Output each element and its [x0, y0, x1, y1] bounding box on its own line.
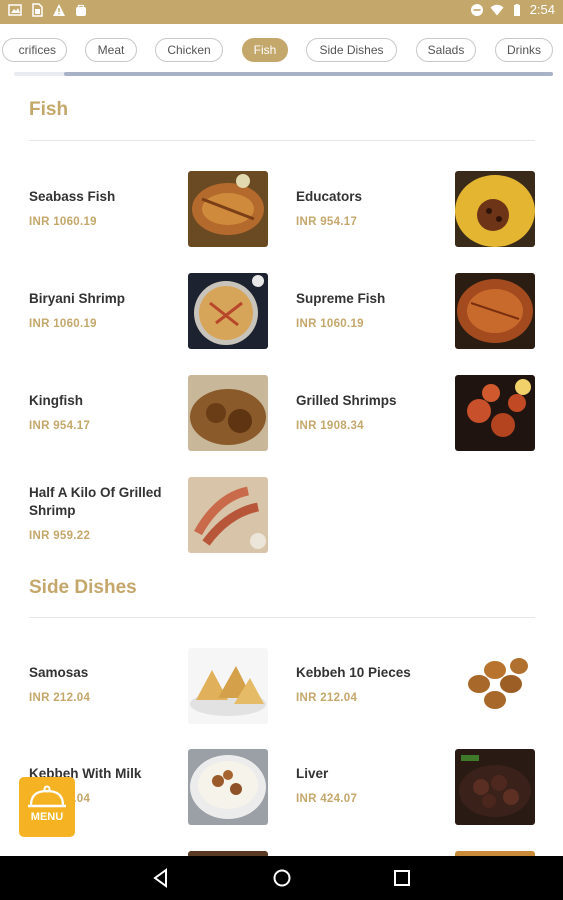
item-photo[interactable]	[455, 375, 535, 451]
item-price: INR 1060.19	[29, 216, 97, 228]
item-photo[interactable]	[188, 273, 268, 349]
grilled-shrimps-image	[455, 375, 535, 451]
section-title-fish: Fish	[29, 99, 69, 120]
section-divider	[29, 140, 535, 141]
do-not-disturb-icon	[470, 3, 483, 16]
recents-icon[interactable]	[392, 868, 412, 888]
educators-image	[455, 171, 535, 247]
item-name: Grilled Shrimps	[296, 393, 397, 408]
status-bar: 2:54	[0, 0, 563, 24]
item-name: Educators	[296, 189, 363, 204]
notification-icons	[8, 3, 88, 17]
menu-button-label: MENU	[30, 811, 64, 823]
item-name: Liver	[296, 766, 329, 781]
section-title-side-dishes: Side Dishes	[29, 577, 137, 598]
tab-fish[interactable]: Fish	[242, 38, 288, 62]
item-price: INR 212.04	[29, 692, 91, 704]
item-price: INR 1060.19	[296, 318, 364, 330]
item-name: Kebbeh 10 Pieces	[296, 665, 411, 680]
item-price: INR 959.22	[29, 530, 91, 542]
item-name: Samosas	[29, 665, 89, 680]
item-price: INR 1908.34	[296, 420, 364, 432]
item-photo[interactable]	[455, 171, 535, 247]
system-icons: 2:54	[470, 2, 555, 17]
category-tabs: crifices Meat Chicken Fish Side Dishes S…	[0, 24, 563, 76]
item-price: INR 1060.19	[29, 318, 97, 330]
clock: 2:54	[529, 2, 555, 17]
tab-sacrifices[interactable]: crifices	[2, 38, 67, 62]
menu-button[interactable]: MENU	[19, 777, 75, 837]
wifi-icon	[490, 4, 504, 15]
item-name: Seabass Fish	[29, 189, 116, 204]
tab-drinks[interactable]: Drinks	[495, 38, 553, 62]
kebbeh-with-milk-image	[188, 749, 268, 825]
tab-side-dishes[interactable]: Side Dishes	[306, 38, 397, 62]
item-photo[interactable]	[455, 749, 535, 825]
tab-meat[interactable]: Meat	[85, 38, 137, 62]
item-price: INR 212.04	[296, 692, 358, 704]
bag-icon	[76, 4, 86, 16]
supreme-fish-image	[455, 273, 535, 349]
liver-image	[455, 749, 535, 825]
item-photo[interactable]	[188, 648, 268, 724]
item-photo[interactable]	[455, 648, 535, 724]
cloche-icon	[28, 785, 66, 808]
kebbeh-image	[455, 648, 535, 724]
samosas-image	[188, 648, 268, 724]
section-divider	[29, 617, 535, 618]
back-icon[interactable]	[151, 868, 171, 888]
item-photo[interactable]	[188, 171, 268, 247]
item-photo[interactable]	[188, 749, 268, 825]
grilled-shrimp-image	[188, 477, 268, 553]
item-photo[interactable]	[188, 477, 268, 553]
item-price: INR 424.07	[296, 793, 358, 805]
kingfish-image	[188, 375, 268, 451]
tab-salads[interactable]: Salads	[416, 38, 476, 62]
item-price: INR 954.17	[296, 216, 358, 228]
system-nav-bar	[0, 856, 563, 900]
item-photo[interactable]	[455, 273, 535, 349]
battery-icon	[513, 3, 520, 16]
image-icon	[8, 4, 22, 16]
menu-list[interactable]: Fish Seabass Fish INR 1060.19 Educators …	[0, 76, 563, 856]
home-icon[interactable]	[272, 868, 292, 888]
sim-icon	[32, 3, 43, 17]
biryani-shrimp-image	[188, 273, 268, 349]
item-name: Half A Kilo Of Grilled Shrimp	[29, 485, 162, 518]
item-name: Supreme Fish	[296, 291, 386, 306]
seabass-fish-image	[188, 171, 268, 247]
item-photo[interactable]	[188, 375, 268, 451]
item-price: INR 954.17	[29, 420, 91, 432]
tab-chicken[interactable]: Chicken	[155, 38, 223, 62]
item-name: Biryani Shrimp	[29, 291, 126, 306]
item-name: Kingfish	[29, 393, 83, 408]
warning-icon	[53, 4, 65, 16]
